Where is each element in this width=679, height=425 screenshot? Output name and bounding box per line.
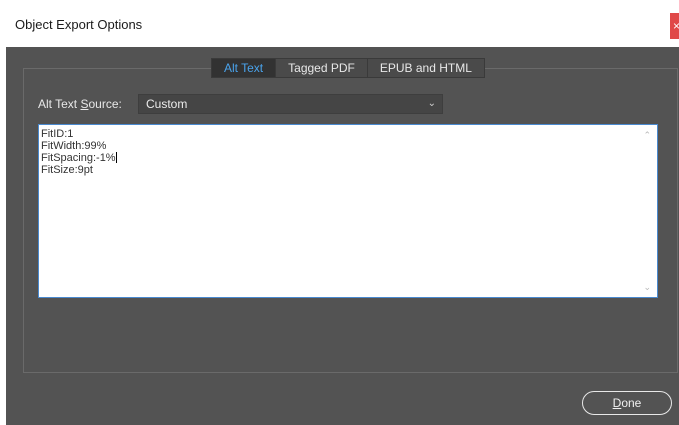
scroll-up-icon[interactable]: ⌃ [643, 129, 651, 141]
title-bar: Object Export Options × [0, 0, 679, 47]
text-line: FitSize:9pt [41, 164, 93, 176]
scroll-down-icon[interactable]: ⌄ [643, 281, 651, 293]
tab-bar: Alt Text Tagged PDF EPUB and HTML [211, 58, 485, 78]
chevron-down-icon: ⌄ [427, 98, 436, 109]
text-line: FitID:1 [41, 128, 74, 140]
alt-text-source-label: Alt Text Source: [38, 97, 122, 111]
text-line-wrapper: FitSpacing:-1% [41, 152, 657, 164]
tab-epub-and-html[interactable]: EPUB and HTML [367, 58, 485, 78]
tab-alt-text[interactable]: Alt Text [211, 58, 277, 78]
close-icon[interactable]: × [670, 13, 679, 39]
tab-tagged-pdf[interactable]: Tagged PDF [276, 58, 368, 78]
text-line: FitWidth:99% [41, 140, 107, 152]
alt-text-textarea[interactable]: FitID:1 FitWidth:99% FitSpacing:-1% FitS… [38, 124, 658, 298]
window-title: Object Export Options [15, 17, 143, 32]
dialog-body: Alt Text Tagged PDF EPUB and HTML Alt Te… [6, 47, 679, 425]
alt-text-source-dropdown[interactable]: Custom ⌄ [138, 94, 443, 114]
done-button[interactable]: Done [582, 391, 672, 415]
object-export-options-window: Object Export Options × Alt Text Tagged … [0, 0, 679, 425]
text-caret [115, 152, 117, 163]
text-line: FitSpacing:-1% [41, 152, 116, 164]
dropdown-value: Custom [146, 97, 188, 111]
